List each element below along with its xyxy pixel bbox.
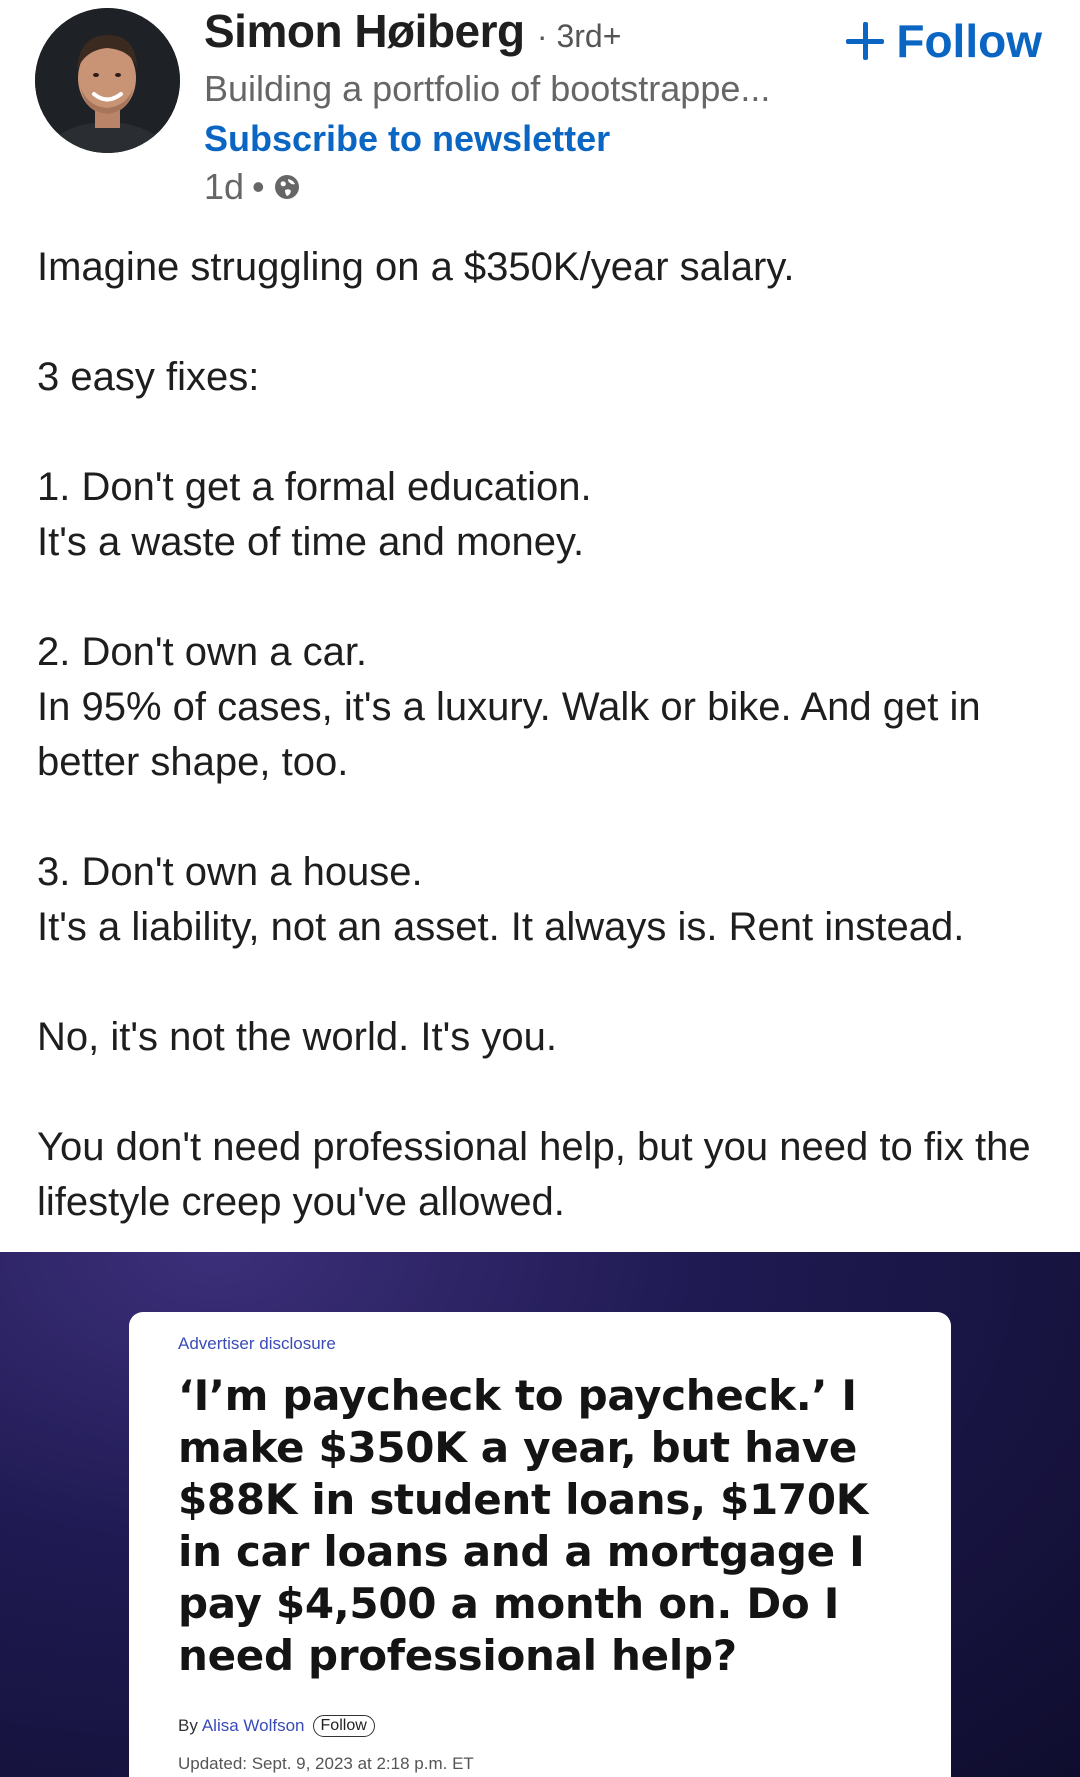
article-byline: By Alisa Wolfson Follow [178,1715,375,1737]
connection-degree: · 3rd+ [536,18,622,54]
fix-item-3: 3. Don't own a house. It's a liability, … [37,845,1047,955]
fix-item-2: 2. Don't own a car. In 95% of cases, it'… [37,625,1047,790]
author-avatar[interactable] [35,8,180,153]
post-text: Imagine struggling on a $350K/year salar… [37,240,1047,1285]
post-world-line: No, it's not the world. It's you. [37,1015,557,1059]
fix-2-text: In 95% of cases, it's a luxury. Walk or … [37,685,981,784]
post-closing: You don't need professional help, but yo… [37,1125,1031,1224]
post-image[interactable]: Advertiser disclosure ‘I’m paycheck to p… [0,1252,1080,1777]
byline-author: Alisa Wolfson [201,1716,305,1735]
plus-icon [846,22,885,60]
fix-1-text: It's a waste of time and money. [37,520,585,564]
subscribe-newsletter-link[interactable]: Subscribe to newsletter [204,118,610,160]
follow-button[interactable]: Follow [846,14,1042,68]
follow-label: Follow [896,15,1042,67]
author-name[interactable]: Simon Høiberg · 3rd+ [204,4,621,58]
byline-prefix: By [178,1716,198,1735]
fix-3-title: 3. Don't own a house. [37,850,423,894]
fix-2-title: 2. Don't own a car. [37,630,368,674]
post-intro: Imagine struggling on a $350K/year salar… [37,245,795,289]
author-name-text[interactable]: Simon Høiberg [204,5,525,57]
fixes-heading: 3 easy fixes: [37,355,260,399]
article-updated: Updated: Sept. 9, 2023 at 2:18 p.m. ET [178,1754,474,1773]
byline-follow-badge: Follow [312,1715,375,1737]
article-card: Advertiser disclosure ‘I’m paycheck to p… [129,1312,951,1777]
post-meta: 1d • [204,166,301,208]
advertiser-disclosure: Advertiser disclosure [178,1334,336,1353]
author-headline: Building a portfolio of bootstrappe... [204,68,771,109]
article-headline: ‘I’m paycheck to paycheck.’ I make $350K… [178,1371,868,1680]
fix-3-text: It's a liability, not an asset. It alway… [37,905,965,949]
post-time: 1d [204,166,245,207]
globe-icon [273,173,301,201]
fix-item-1: 1. Don't get a formal education. It's a … [37,460,1047,570]
meta-separator: • [252,166,265,207]
fix-1-title: 1. Don't get a formal education. [37,465,592,509]
